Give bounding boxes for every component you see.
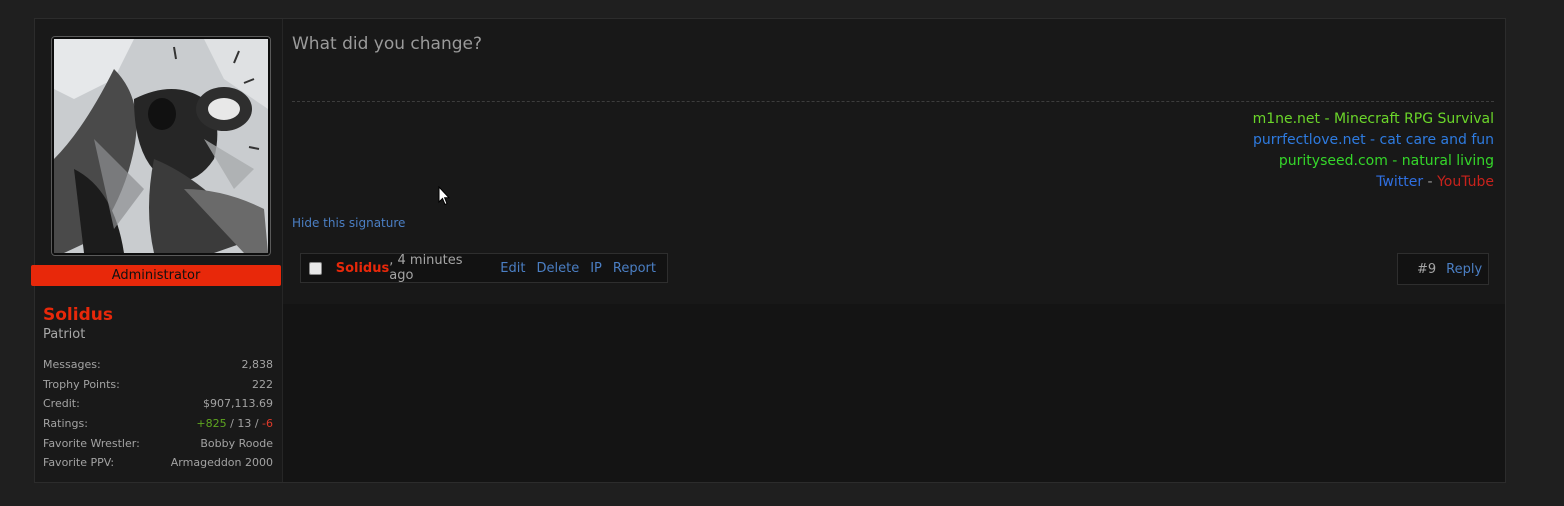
stat-label: Trophy Points: [43, 377, 120, 391]
twitter-link[interactable]: Twitter [1376, 174, 1423, 190]
post-content: What did you change? m1ne.net - Minecraf… [283, 19, 1505, 304]
stat-value[interactable]: 2,838 [242, 358, 274, 378]
signature-separator: - [1423, 174, 1438, 190]
user-stats: Messages: 2,838 Trophy Points: 222 Credi… [43, 358, 273, 476]
post-actions: #9 Reply [1397, 253, 1489, 285]
signature-social-line: Twitter - YouTube [1253, 172, 1494, 193]
edit-link[interactable]: Edit [500, 261, 525, 276]
signature-link-purrfectlove[interactable]: purrfectlove.net - cat care and fun [1253, 130, 1494, 151]
stat-label: Favorite PPV: [43, 456, 115, 470]
stat-value: $907,113.69 [203, 397, 273, 411]
stat-value[interactable]: 222 [252, 378, 273, 398]
ratings-separator: / [226, 417, 238, 431]
stat-label: Favorite Wrestler: [43, 436, 140, 450]
post-author-link[interactable]: Solidus [336, 261, 390, 276]
stat-label: Credit: [43, 397, 80, 411]
ratings-negative: -6 [262, 417, 273, 431]
avatar[interactable] [54, 39, 268, 253]
ip-link[interactable]: IP [590, 261, 602, 276]
role-badge: Administrator [31, 265, 281, 286]
post-timestamp[interactable]: , 4 minutes ago [389, 253, 488, 283]
stat-credit: Credit: $907,113.69 [43, 397, 273, 417]
ratings-separator: / [251, 417, 263, 431]
stat-trophy-points: Trophy Points: 222 [43, 378, 273, 398]
signature-link-purityseed[interactable]: purityseed.com - natural living [1253, 151, 1494, 172]
signature-divider [292, 101, 1494, 102]
avatar-frame[interactable] [51, 36, 271, 256]
stat-favorite-ppv: Favorite PPV: Armageddon 2000 [43, 456, 273, 476]
ratings-neutral: 13 [237, 417, 252, 431]
hide-signature-link[interactable]: Hide this signature [292, 216, 405, 230]
user-info-panel: Administrator Solidus Patriot Messages: … [31, 19, 283, 482]
select-post-checkbox[interactable] [309, 261, 322, 275]
post-number-link[interactable]: #9 [1417, 262, 1436, 277]
stat-value: Armageddon 2000 [170, 456, 273, 470]
stat-ratings: Ratings: +825 / 13 / -6 [43, 417, 273, 437]
delete-link[interactable]: Delete [536, 261, 579, 276]
stat-label: Ratings: [43, 417, 88, 431]
mouse-cursor-icon [438, 185, 451, 210]
message-text: What did you change? [292, 34, 483, 54]
stat-label: Messages: [43, 358, 101, 371]
forum-post: Administrator Solidus Patriot Messages: … [31, 18, 1506, 483]
ratings-value: +825 / 13 / -6 [196, 417, 273, 437]
ratings-positive: +825 [196, 417, 227, 431]
youtube-link[interactable]: YouTube [1437, 174, 1494, 190]
stat-value: Bobby Roode [200, 436, 273, 450]
signature: m1ne.net - Minecraft RPG Survival purrfe… [1253, 109, 1494, 193]
reply-link[interactable]: Reply [1446, 262, 1482, 277]
username[interactable]: Solidus [43, 305, 113, 325]
post-meta-bar: Solidus , 4 minutes ago Edit Delete IP R… [300, 253, 668, 283]
stat-favorite-wrestler: Favorite Wrestler: Bobby Roode [43, 437, 273, 457]
signature-link-m1ne[interactable]: m1ne.net - Minecraft RPG Survival [1253, 109, 1494, 130]
report-link[interactable]: Report [613, 261, 656, 276]
stat-messages: Messages: 2,838 [43, 358, 273, 378]
user-title: Patriot [43, 327, 86, 342]
